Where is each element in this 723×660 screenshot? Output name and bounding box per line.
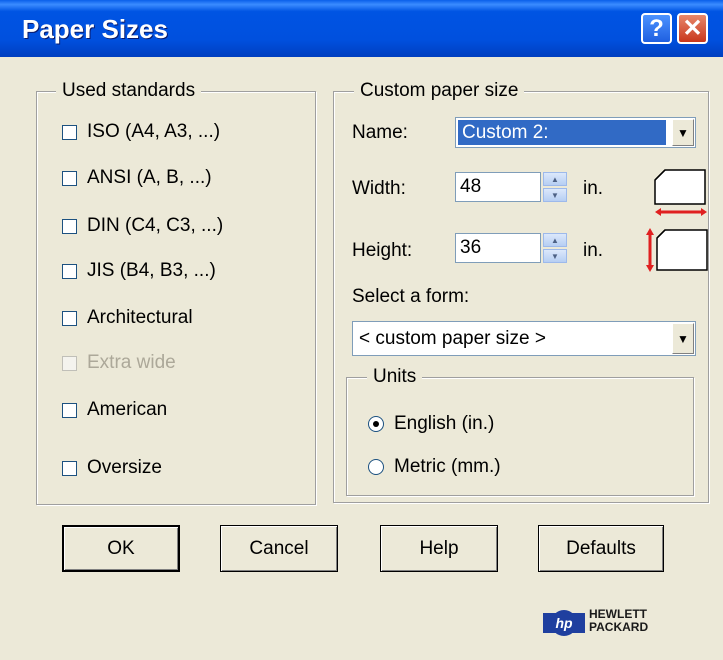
checkbox-box[interactable] [62,263,77,279]
select-form-dropdown[interactable]: < custom paper size > ▼ [352,321,696,356]
checkbox-box[interactable] [62,124,77,140]
units-legend: Units [367,366,423,388]
radio-label-metric: Metric (mm.) [394,456,501,477]
height-input[interactable]: 36 [455,233,541,263]
name-dropdown-value: Custom 2: [458,120,666,145]
checkbox-architectural[interactable]: Architectural [62,307,193,329]
close-button[interactable]: ✕ [677,13,708,44]
radio-label-english: English (in.) [394,413,495,434]
ok-button[interactable]: OK [62,525,180,572]
question-mark-icon: ? [649,14,664,42]
checkbox-box[interactable] [62,170,77,186]
checkbox-label-architectural: Architectural [87,307,193,328]
name-label: Name: [352,122,408,143]
paper-width-icon [654,169,707,216]
checkbox-oversize[interactable]: Oversize [62,457,162,479]
select-form-label: Select a form: [352,286,470,307]
radio-english[interactable]: English (in.) [368,413,494,435]
used-standards-legend: Used standards [56,80,202,102]
close-icon: ✕ [682,15,703,42]
defaults-button[interactable]: Defaults [538,525,664,572]
paper-height-icon [646,228,708,272]
width-label: Width: [352,178,406,199]
checkbox-box[interactable] [62,460,77,476]
width-unit: in. [583,178,604,199]
help-title-button[interactable]: ? [641,13,672,44]
checkbox-box [62,355,77,371]
checkbox-iso[interactable]: ISO (A4, A3, ...) [62,121,220,143]
radio-metric[interactable]: Metric (mm.) [368,456,501,478]
width-spinner[interactable]: ▲ ▼ [543,172,567,202]
paper-sizes-dialog: Paper Sizes ? ✕ Used standards ISO (A4, … [0,0,723,660]
width-input[interactable]: 48 [455,172,541,202]
brand-line-2: PACKARD [589,620,649,634]
checkbox-label-oversize: Oversize [87,457,162,478]
name-dropdown[interactable]: Custom 2: ▼ [455,117,696,148]
spin-up-icon[interactable]: ▲ [543,233,567,247]
help-button[interactable]: Help [380,525,498,572]
chevron-down-icon[interactable]: ▼ [672,323,694,354]
checkbox-american[interactable]: American [62,399,167,421]
spin-down-icon[interactable]: ▼ [543,188,567,202]
hp-logo-icon: hp [551,610,577,636]
spin-up-icon[interactable]: ▲ [543,172,567,186]
checkbox-label-iso: ISO (A4, A3, ...) [87,121,221,142]
checkbox-din[interactable]: DIN (C4, C3, ...) [62,215,223,237]
height-unit: in. [583,240,604,261]
brand-text: HEWLETT PACKARD [589,608,648,634]
select-form-value: < custom paper size > [359,328,546,349]
checkbox-label-ansi: ANSI (A, B, ...) [87,167,212,188]
chevron-down-icon[interactable]: ▼ [672,119,694,146]
radio-button[interactable] [368,416,384,432]
checkbox-extra-wide: Extra wide [62,352,176,374]
cancel-button[interactable]: Cancel [220,525,338,572]
custom-paper-size-legend: Custom paper size [354,80,525,102]
checkbox-label-jis: JIS (B4, B3, ...) [87,260,216,281]
height-spinner[interactable]: ▲ ▼ [543,233,567,263]
height-label: Height: [352,240,413,261]
checkbox-label-extra-wide: Extra wide [87,352,176,373]
checkbox-box[interactable] [62,218,77,234]
used-standards-group: Used standards [36,80,316,505]
title-bar[interactable]: Paper Sizes ? ✕ [0,0,723,57]
checkbox-box[interactable] [62,402,77,418]
checkbox-jis[interactable]: JIS (B4, B3, ...) [62,260,216,282]
window-title: Paper Sizes [22,14,168,44]
units-group: Units [346,366,694,496]
checkbox-label-american: American [87,399,168,420]
checkbox-ansi[interactable]: ANSI (A, B, ...) [62,167,212,189]
checkbox-label-din: DIN (C4, C3, ...) [87,215,224,236]
checkbox-box[interactable] [62,310,77,326]
spin-down-icon[interactable]: ▼ [543,249,567,263]
radio-button[interactable] [368,459,384,475]
